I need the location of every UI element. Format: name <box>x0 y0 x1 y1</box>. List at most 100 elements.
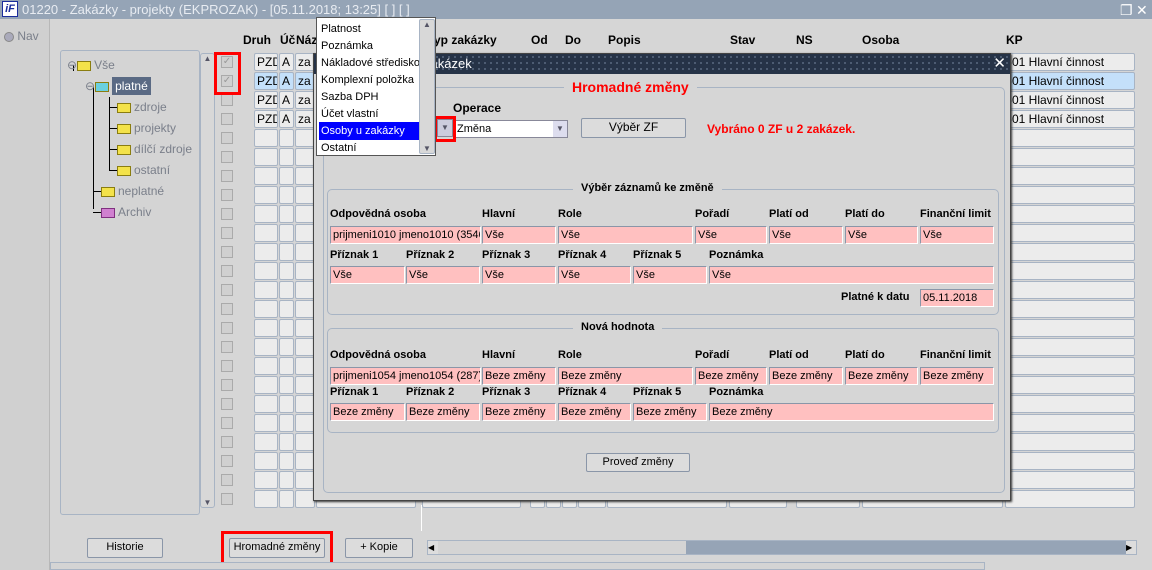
grid-cell[interactable] <box>254 243 278 261</box>
grid-cell[interactable] <box>1005 186 1135 204</box>
dropdown-item[interactable]: Komplexní položka <box>319 71 419 89</box>
grid-cell[interactable] <box>1005 262 1135 280</box>
grid-cell[interactable] <box>254 281 278 299</box>
grid-cell[interactable]: -01 Hlavní činnost <box>1005 72 1135 90</box>
grid-cell[interactable]: A <box>279 72 294 90</box>
tree-node-child[interactable]: ostatní <box>117 163 170 177</box>
row-checkbox[interactable] <box>221 170 233 182</box>
field-input[interactable]: Vše <box>330 266 405 284</box>
grid-cell[interactable] <box>295 471 315 489</box>
grid-cell[interactable] <box>295 262 315 280</box>
close-icon[interactable]: ✕ <box>1136 1 1148 20</box>
col-header-kp[interactable]: KP <box>1006 33 1023 47</box>
row-checkbox[interactable] <box>221 303 233 315</box>
field-input[interactable]: Beze změny <box>769 367 843 385</box>
grid-cell[interactable] <box>1005 471 1135 489</box>
grid-cell[interactable] <box>1005 205 1135 223</box>
field-input[interactable]: Vše <box>482 226 556 244</box>
submit-changes-button[interactable]: Proveď změny <box>586 453 690 472</box>
grid-cell[interactable] <box>1005 490 1135 508</box>
col-header-typ[interactable]: yp zakázky <box>434 33 497 47</box>
row-checkbox[interactable] <box>221 455 233 467</box>
row-checkbox[interactable] <box>221 189 233 201</box>
field-input[interactable]: Vše <box>695 226 767 244</box>
field-input[interactable]: Vše <box>633 266 707 284</box>
field-input[interactable]: Beze změny <box>845 367 918 385</box>
col-header-do[interactable]: Do <box>565 33 581 47</box>
grid-cell[interactable]: za <box>295 91 315 109</box>
col-header-od[interactable]: Od <box>531 33 548 47</box>
tree-node-child[interactable]: dílčí zdroje <box>117 142 192 156</box>
grid-cell[interactable] <box>1005 433 1135 451</box>
grid-cell[interactable] <box>279 300 294 318</box>
grid-cell[interactable] <box>279 243 294 261</box>
grid-cell[interactable] <box>1005 357 1135 375</box>
dropdown-item[interactable]: Sazba DPH <box>319 88 419 106</box>
copy-button[interactable]: + Kopie <box>345 538 413 558</box>
row-checkbox[interactable] <box>221 360 233 372</box>
field-input[interactable]: Vše <box>482 266 556 284</box>
grid-cell[interactable] <box>279 129 294 147</box>
grid-cell[interactable]: -01 Hlavní činnost <box>1005 53 1135 71</box>
field-input[interactable]: prijmeni1054 jmeno1054 (287) <box>330 367 481 385</box>
col-header-uc[interactable]: Úč <box>280 33 295 47</box>
scroll-up-icon[interactable]: ▲ <box>420 20 434 29</box>
field-input[interactable]: Beze změny <box>633 403 707 421</box>
grid-cell[interactable] <box>279 205 294 223</box>
grid-cell[interactable] <box>295 490 315 508</box>
grid-cell[interactable] <box>295 148 315 166</box>
row-checkbox[interactable] <box>221 436 233 448</box>
grid-cell[interactable] <box>1005 224 1135 242</box>
vyber-zf-button[interactable]: Výběr ZF <box>581 118 686 138</box>
grid-cell[interactable] <box>1005 414 1135 432</box>
grid-cell[interactable] <box>254 224 278 242</box>
scroll-down-icon[interactable]: ▼ <box>201 498 214 507</box>
grid-cell[interactable] <box>279 433 294 451</box>
dropdown-item[interactable]: Ostatní <box>319 139 419 157</box>
scroll-down-icon[interactable]: ▼ <box>420 144 434 153</box>
grid-cell[interactable] <box>295 376 315 394</box>
row-checkbox[interactable] <box>221 265 233 277</box>
grid-cell[interactable] <box>254 129 278 147</box>
grid-cell[interactable] <box>279 395 294 413</box>
field-input[interactable]: Vše <box>406 266 480 284</box>
dropdown-item[interactable]: Nákladové středisko <box>319 54 420 72</box>
row-checkbox[interactable] <box>221 379 233 391</box>
grid-cell[interactable]: A <box>279 91 294 109</box>
dropdown-item[interactable]: Osoby u zakázky <box>319 122 419 140</box>
tree-node-neplatne[interactable]: neplatné <box>101 184 164 198</box>
field-input[interactable]: prijmeni1010 jmeno1010 (3546 <box>330 226 481 244</box>
operace-select[interactable]: Změna ▼ <box>453 120 568 138</box>
grid-cell[interactable] <box>279 186 294 204</box>
grid-cell[interactable] <box>295 395 315 413</box>
field-input[interactable]: Beze změny <box>558 403 631 421</box>
grid-cell[interactable] <box>295 319 315 337</box>
date-input[interactable]: 05.11.2018 <box>920 289 994 307</box>
row-checkbox[interactable] <box>221 113 233 125</box>
grid-cell[interactable] <box>254 167 278 185</box>
grid-cell[interactable]: A <box>279 53 294 71</box>
row-checkbox[interactable] <box>221 227 233 239</box>
scroll-right-icon[interactable]: ▶ <box>1126 541 1136 554</box>
field-input[interactable]: Beze změny <box>482 367 556 385</box>
field-input[interactable]: Beze změny <box>406 403 480 421</box>
grid-cell[interactable] <box>295 414 315 432</box>
grid-cell[interactable] <box>295 167 315 185</box>
grid-cell[interactable] <box>254 490 278 508</box>
dropdown-item[interactable]: Poznámka <box>319 37 419 55</box>
col-header-nazev[interactable]: Náz <box>296 33 317 47</box>
grid-cell[interactable]: -01 Hlavní činnost <box>1005 110 1135 128</box>
grid-cell[interactable] <box>279 471 294 489</box>
field-input[interactable]: Beze změny <box>558 367 693 385</box>
tree-node-child[interactable]: zdroje <box>117 100 167 114</box>
field-input[interactable]: Vše <box>558 266 631 284</box>
grid-cell[interactable] <box>254 262 278 280</box>
field-input[interactable]: Vše <box>845 226 918 244</box>
grid-cell[interactable] <box>295 129 315 147</box>
grid-cell[interactable] <box>295 433 315 451</box>
row-checkbox[interactable] <box>221 398 233 410</box>
tree-node-vse[interactable]: ⊖ Vše <box>67 58 115 72</box>
field-input[interactable]: Beze změny <box>695 367 767 385</box>
col-header-osoba[interactable]: Osoba <box>862 33 899 47</box>
grid-cell[interactable] <box>279 167 294 185</box>
